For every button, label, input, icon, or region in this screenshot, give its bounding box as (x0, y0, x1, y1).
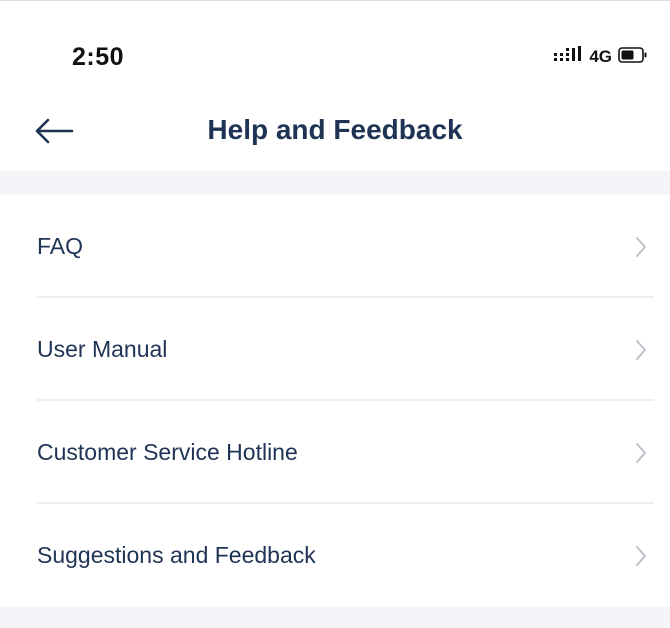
section-separator-top (0, 171, 670, 195)
status-bar: 2:50 4G (0, 1, 670, 101)
menu-item-label: Suggestions and Feedback (37, 542, 316, 568)
menu-item-label: User Manual (37, 336, 168, 362)
section-separator-bottom (0, 607, 670, 628)
chevron-right-icon (634, 544, 648, 568)
help-menu-list: FAQ User Manual Customer Service Hotline… (0, 195, 670, 607)
menu-item-label: FAQ (37, 233, 84, 259)
help-feedback-screen: 2:50 4G Help and Feedback FAQ User Manua… (0, 0, 670, 628)
menu-item-customer-service-hotline[interactable]: Customer Service Hotline (0, 401, 670, 504)
chevron-right-icon (634, 338, 648, 362)
chevron-right-icon (634, 235, 648, 259)
chevron-right-icon (634, 441, 648, 465)
status-indicators: 4G (553, 45, 648, 69)
menu-item-user-manual[interactable]: User Manual (0, 298, 670, 401)
page-title: Help and Feedback (207, 114, 463, 145)
menu-item-label: Customer Service Hotline (37, 439, 298, 465)
signal-icon (553, 45, 583, 69)
navigation-bar: Help and Feedback (0, 101, 670, 169)
network-type: 4G (589, 47, 612, 66)
menu-item-suggestions-feedback[interactable]: Suggestions and Feedback (0, 504, 670, 607)
menu-item-faq[interactable]: FAQ (0, 195, 670, 298)
battery-icon (618, 46, 648, 69)
status-time: 2:50 (72, 43, 125, 71)
